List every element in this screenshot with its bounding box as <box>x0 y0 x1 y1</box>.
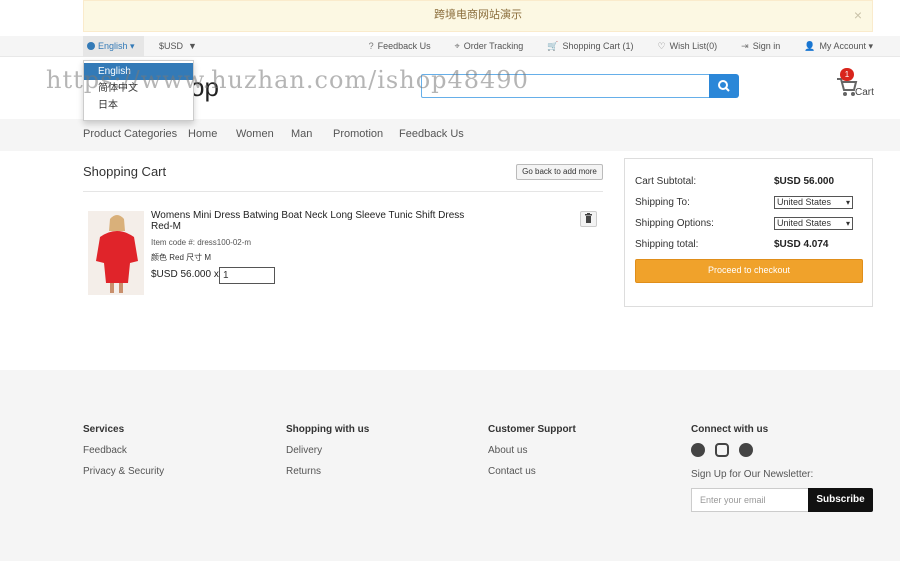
product-attributes: 颜色 Red 尺寸 M <box>151 253 212 262</box>
remove-item-button[interactable] <box>580 211 597 227</box>
cart-count-badge: 1 <box>840 68 854 81</box>
nav-feedback[interactable]: Feedback Us <box>399 128 464 140</box>
product-name[interactable]: Womens Mini Dress Batwing Boat Neck Long… <box>151 210 471 232</box>
currency-label: $USD <box>159 41 184 51</box>
nav-home[interactable]: Home <box>188 128 217 140</box>
feedback-link[interactable]: ? Feedback Us <box>369 36 431 56</box>
cart-summary: Cart Subtotal: $USD 56.000 Shipping To: … <box>624 158 873 307</box>
sign-in-icon: ⇥ <box>741 41 749 51</box>
shopping-cart-link[interactable]: 🛒 Shopping Cart (1) <box>547 36 633 56</box>
wish-list-link[interactable]: ♡ Wish List(0) <box>658 36 718 56</box>
language-option-japanese[interactable]: 日本 <box>84 97 193 114</box>
banner-text: 跨境电商网站演示 <box>434 9 522 21</box>
chevron-down-icon: ▾ <box>845 219 850 228</box>
shipping-total-label: Shipping total: <box>635 239 699 250</box>
shipping-options-value: United States <box>777 218 832 228</box>
checkout-button[interactable]: Proceed to checkout <box>635 259 863 283</box>
footer: Services Feedback Privacy & Security Sho… <box>0 370 900 561</box>
trash-icon <box>585 213 592 223</box>
pinterest-icon[interactable] <box>739 443 753 457</box>
top-bar: English ▾ $USD ▼ ? Feedback Us ⌖ Order Tra… <box>0 36 900 57</box>
shipping-to-select[interactable]: United States ▾ <box>774 196 853 209</box>
footer-link-delivery[interactable]: Delivery <box>286 445 369 456</box>
footer-link-privacy[interactable]: Privacy & Security <box>83 466 164 477</box>
shipping-total-value: $USD 4.074 <box>774 239 829 250</box>
watermark-text: https://www.huzhan.com/ishop48490 <box>46 66 529 94</box>
close-icon[interactable]: × <box>854 1 862 29</box>
sign-in-link[interactable]: ⇥ Sign in <box>741 36 780 56</box>
footer-shopping: Shopping with us Delivery Returns <box>286 424 369 487</box>
footer-heading: Connect with us <box>691 424 769 435</box>
subtotal-label: Cart Subtotal: <box>635 176 697 187</box>
language-label: English <box>98 41 128 51</box>
demo-banner: 跨境电商网站演示 × <box>83 0 873 32</box>
nav-women[interactable]: Women <box>236 128 274 140</box>
go-back-button[interactable]: Go back to add more <box>516 164 603 180</box>
cart-label: Cart <box>855 87 874 98</box>
subscribe-button[interactable]: Subscribe <box>808 488 873 512</box>
footer-support: Customer Support About us Contact us <box>488 424 576 487</box>
top-links: ? Feedback Us ⌖ Order Tracking 🛒 Shopping C… <box>345 36 873 56</box>
map-pin-icon: ⌖ <box>454 41 460 51</box>
feedback-icon: ? <box>368 41 374 51</box>
shipping-to-label: Shipping To: <box>635 197 690 208</box>
nav-product-categories[interactable]: Product Categories <box>83 128 177 140</box>
heart-icon: ♡ <box>657 41 666 51</box>
page-title: Shopping Cart <box>83 164 167 179</box>
page: 跨境电商网站演示 × English ▾ $USD ▼ ? Feedback Us… <box>0 0 900 561</box>
cart-icon: 🛒 <box>547 41 559 51</box>
facebook-icon[interactable] <box>691 443 705 457</box>
newsletter-label: Sign Up for Our Newsletter: <box>691 469 814 480</box>
shipping-options-select[interactable]: United States ▾ <box>774 217 853 230</box>
order-tracking-link[interactable]: ⌖ Order Tracking <box>455 36 524 56</box>
subtotal-value: $USD 56.000 <box>774 176 835 187</box>
search-button[interactable] <box>709 74 739 98</box>
footer-link-returns[interactable]: Returns <box>286 466 369 477</box>
social-links <box>691 443 873 457</box>
footer-link-about[interactable]: About us <box>488 445 576 456</box>
instagram-icon[interactable] <box>715 443 729 457</box>
footer-link-contact[interactable]: Contact us <box>488 466 576 477</box>
currency-dropdown[interactable]: $USD ▼ <box>159 36 197 56</box>
footer-services: Services Feedback Privacy & Security <box>83 424 164 487</box>
shipping-to-value: United States <box>777 197 832 207</box>
nav-man[interactable]: Man <box>291 128 312 140</box>
my-account-link[interactable]: 👤 My Account ▾ <box>804 36 873 56</box>
product-code: Item code #: dress100-02-m <box>151 238 252 247</box>
chevron-down-icon: ▾ <box>845 198 850 207</box>
globe-icon <box>87 42 95 50</box>
product-image[interactable] <box>88 211 144 295</box>
shipping-options-label: Shipping Options: <box>635 218 714 229</box>
footer-connect: Connect with us Sign Up for Our Newslett… <box>691 424 873 512</box>
divider <box>83 191 603 192</box>
footer-heading: Shopping with us <box>286 424 370 435</box>
newsletter-form: Enter your email Subscribe <box>691 488 873 512</box>
header-cart[interactable]: 1 Cart <box>836 68 876 98</box>
user-icon: 👤 <box>804 41 816 51</box>
language-dropdown[interactable]: English ▾ <box>83 36 144 57</box>
main-nav: Product Categories Home Women Man Promot… <box>0 119 900 151</box>
search-icon <box>718 80 730 92</box>
quantity-input[interactable]: 1 <box>219 267 275 284</box>
email-input[interactable]: Enter your email <box>691 488 809 512</box>
product-price: $USD 56.000 x <box>151 269 219 280</box>
footer-link-feedback[interactable]: Feedback <box>83 445 164 456</box>
footer-heading: Customer Support <box>488 424 576 435</box>
nav-promotion[interactable]: Promotion <box>333 128 383 140</box>
footer-heading: Services <box>83 424 125 435</box>
